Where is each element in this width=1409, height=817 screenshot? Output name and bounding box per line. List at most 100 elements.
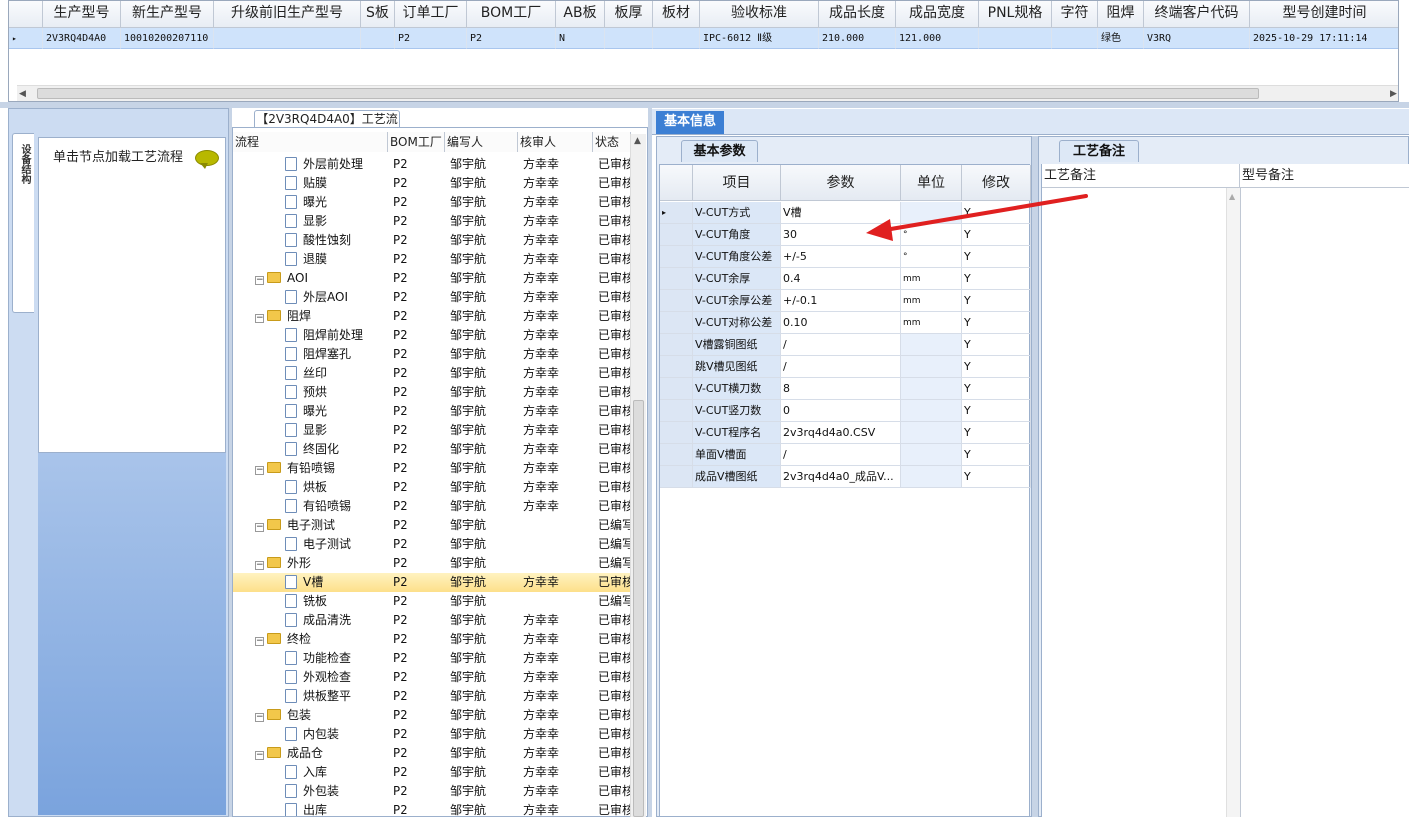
grid-cell[interactable]: 绿色 [1098, 28, 1144, 49]
flow-row[interactable]: 成品清洗 P2 邹宇航 方幸幸 已审核 [233, 611, 631, 630]
grid-cell[interactable]: 10010200207110 [121, 28, 214, 49]
tab-device-structure[interactable]: 设备结构 [12, 133, 34, 313]
param-value[interactable]: +/-5 [781, 246, 901, 268]
column-header[interactable]: 成品长度 [819, 1, 896, 28]
flow-row[interactable]: − 包装 P2 邹宇航 方幸幸 已审核 [233, 706, 631, 725]
flow-row[interactable]: − 电子测试 P2 邹宇航 已编写 [233, 516, 631, 535]
grid-cell[interactable]: 121.000 [896, 28, 979, 49]
param-row[interactable]: V-CUT程序名 2v3rq4d4a0.CSV Y [660, 422, 1031, 444]
flow-node[interactable]: 烘板 [233, 478, 388, 497]
expand-toggle-icon[interactable]: − [255, 523, 264, 532]
grid-cell[interactable] [1052, 28, 1098, 49]
param-modify-flag[interactable]: Y [962, 202, 1031, 224]
flow-node[interactable]: 贴膜 [233, 174, 388, 193]
flow-node[interactable]: 成品清洗 [233, 611, 388, 630]
column-header[interactable]: 验收标准 [700, 1, 819, 28]
grid-cell[interactable]: 2025-10-29 17:11:14 [1250, 28, 1398, 49]
column-header[interactable]: 阻焊 [1098, 1, 1144, 28]
flow-node[interactable]: − 外形 [233, 554, 388, 573]
expand-toggle-icon[interactable]: − [255, 751, 264, 760]
flow-row[interactable]: 曝光 P2 邹宇航 方幸幸 已审核 [233, 193, 631, 212]
param-value[interactable]: 0 [781, 400, 901, 422]
flow-node[interactable]: 阻焊塞孔 [233, 345, 388, 364]
flow-node[interactable]: V槽 [233, 573, 388, 592]
column-header[interactable]: 生产型号 [43, 1, 121, 28]
param-value[interactable]: 0.4 [781, 268, 901, 290]
column-header[interactable]: 型号创建时间 [1250, 1, 1398, 28]
param-modify-flag[interactable]: Y [962, 466, 1031, 488]
column-header[interactable]: 板厚 [605, 1, 653, 28]
flow-row[interactable]: 外包装 P2 邹宇航 方幸幸 已审核 [233, 782, 631, 801]
flow-node[interactable]: 出库 [233, 801, 388, 816]
grid-cell[interactable] [361, 28, 395, 49]
param-value[interactable]: 30 [781, 224, 901, 246]
scroll-thumb[interactable] [633, 400, 644, 817]
flow-node[interactable]: − 包装 [233, 706, 388, 725]
flow-row[interactable]: − 外形 P2 邹宇航 已编写 [233, 554, 631, 573]
param-value[interactable]: +/-0.1 [781, 290, 901, 312]
column-header[interactable]: 字符 [1052, 1, 1098, 28]
param-row[interactable]: ▸ V-CUT方式 V槽 Y [660, 202, 1031, 224]
param-modify-flag[interactable]: Y [962, 246, 1031, 268]
flow-node[interactable]: 内包装 [233, 725, 388, 744]
param-row[interactable]: 单面V槽面 / Y [660, 444, 1031, 466]
grid-cell[interactable]: IPC-6012 Ⅱ级 [700, 28, 819, 49]
flow-node[interactable]: 预烘 [233, 383, 388, 402]
param-value[interactable]: / [781, 356, 901, 378]
flow-row[interactable]: 外层前处理 P2 邹宇航 方幸幸 已审核 [233, 155, 631, 174]
scroll-right-icon[interactable]: ▶ [1390, 88, 1398, 100]
param-value[interactable]: 8 [781, 378, 901, 400]
flow-row[interactable]: 外观检查 P2 邹宇航 方幸幸 已审核 [233, 668, 631, 687]
param-modify-flag[interactable]: Y [962, 224, 1031, 246]
flow-node[interactable]: − 成品仓 [233, 744, 388, 763]
param-modify-flag[interactable]: Y [962, 444, 1031, 466]
flow-node[interactable]: 功能检查 [233, 649, 388, 668]
flow-row[interactable]: 终固化 P2 邹宇航 方幸幸 已审核 [233, 440, 631, 459]
grid-cell[interactable]: 210.000 [819, 28, 896, 49]
grid-cell[interactable] [214, 28, 361, 49]
tab-process-notes[interactable]: 工艺备注 [1059, 140, 1139, 162]
grid-cell[interactable] [979, 28, 1052, 49]
column-header[interactable]: S板 [361, 1, 395, 28]
flow-column-header[interactable]: 编写人 [445, 132, 518, 152]
param-value[interactable]: / [781, 444, 901, 466]
column-header[interactable]: 升级前旧生产型号 [214, 1, 361, 28]
flow-node[interactable]: 外包装 [233, 782, 388, 801]
scroll-up-icon[interactable]: ▲ [1229, 192, 1235, 201]
param-column-header[interactable]: 参数 [781, 165, 901, 201]
scroll-up-icon[interactable]: ▲ [634, 136, 641, 146]
param-value[interactable]: 2v3rq4d4a0.CSV [781, 422, 901, 444]
note-scrollbar[interactable]: ▲ [1226, 188, 1240, 817]
flow-row[interactable]: 阻焊塞孔 P2 邹宇航 方幸幸 已审核 [233, 345, 631, 364]
param-row[interactable]: V-CUT横刀数 8 Y [660, 378, 1031, 400]
scroll-left-icon[interactable]: ◀ [19, 88, 31, 100]
param-modify-flag[interactable]: Y [962, 334, 1031, 356]
expand-toggle-icon[interactable]: − [255, 561, 264, 570]
param-value[interactable]: 0.10 [781, 312, 901, 334]
flow-node[interactable]: 入库 [233, 763, 388, 782]
flow-column-header[interactable]: 核审人 [518, 132, 593, 152]
param-row[interactable]: V-CUT余厚 0.4 mm Y [660, 268, 1031, 290]
flow-node[interactable]: 外层AOI [233, 288, 388, 307]
flow-row[interactable]: 功能检查 P2 邹宇航 方幸幸 已审核 [233, 649, 631, 668]
column-header[interactable]: 终端客户代码 [1144, 1, 1250, 28]
horizontal-scrollbar[interactable]: ◀ ▶ [17, 85, 1398, 101]
param-value[interactable]: 2v3rq4d4a0_成品V... [781, 466, 901, 488]
flow-row[interactable]: − AOI P2 邹宇航 方幸幸 已审核 [233, 269, 631, 288]
grid-cell[interactable]: N [556, 28, 605, 49]
flow-row[interactable]: 预烘 P2 邹宇航 方幸幸 已审核 [233, 383, 631, 402]
param-modify-flag[interactable]: Y [962, 290, 1031, 312]
flow-row[interactable]: 烘板整平 P2 邹宇航 方幸幸 已审核 [233, 687, 631, 706]
flow-node[interactable]: 酸性蚀刻 [233, 231, 388, 250]
flow-row[interactable]: 显影 P2 邹宇航 方幸幸 已审核 [233, 212, 631, 231]
param-row[interactable]: 跳V槽见图纸 / Y [660, 356, 1031, 378]
flow-row[interactable]: 退膜 P2 邹宇航 方幸幸 已审核 [233, 250, 631, 269]
flow-node[interactable]: 外层前处理 [233, 155, 388, 174]
flow-row[interactable]: 酸性蚀刻 P2 邹宇航 方幸幸 已审核 [233, 231, 631, 250]
expand-toggle-icon[interactable]: − [255, 637, 264, 646]
grid-cell[interactable] [653, 28, 700, 49]
flow-node[interactable]: − 有铅喷锡 [233, 459, 388, 478]
flow-node[interactable]: 曝光 [233, 193, 388, 212]
tab-basic-params[interactable]: 基本参数 [681, 140, 758, 162]
flow-row[interactable]: 入库 P2 邹宇航 方幸幸 已审核 [233, 763, 631, 782]
